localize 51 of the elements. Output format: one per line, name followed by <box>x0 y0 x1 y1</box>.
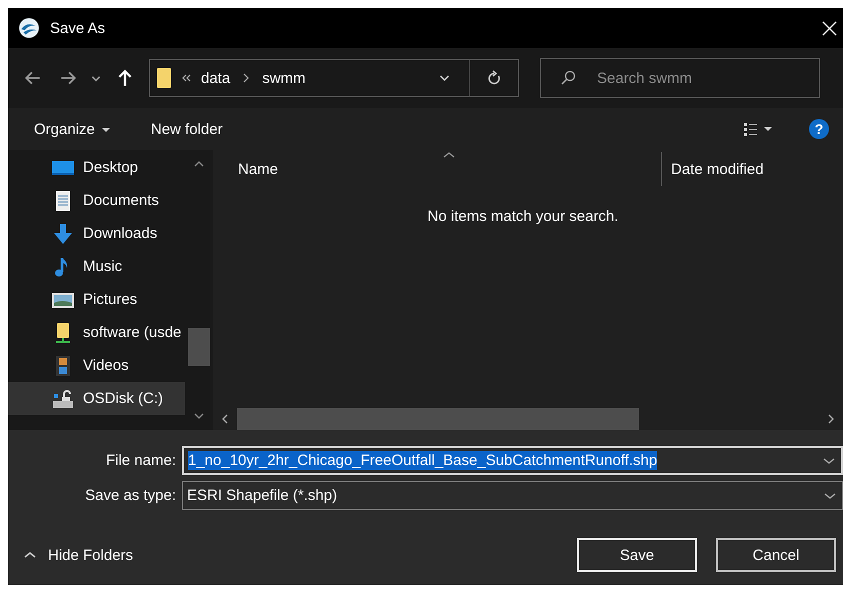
forward-arrow-icon[interactable] <box>59 69 77 87</box>
search-field[interactable]: Search swmm <box>540 58 820 98</box>
chevron-down-icon[interactable] <box>438 73 451 83</box>
cancel-button[interactable]: Cancel <box>716 538 836 572</box>
scroll-left-icon[interactable] <box>221 414 229 424</box>
sidebar-item[interactable]: Music <box>8 250 185 283</box>
up-arrow-icon[interactable] <box>116 69 134 87</box>
sidebar-item[interactable]: Videos <box>8 349 185 382</box>
scroll-up-icon[interactable] <box>194 160 204 168</box>
window-title: Save As <box>50 20 106 36</box>
drive-icon <box>52 388 74 410</box>
scrollbar-thumb[interactable] <box>188 328 210 366</box>
search-icon <box>560 70 576 86</box>
sidebar-item[interactable]: Documents <box>8 184 185 217</box>
column-header[interactable]: Date modified <box>661 152 764 186</box>
chevron-down-icon[interactable] <box>824 492 836 500</box>
file-name-field[interactable]: 1_no_10yr_2hr_Chicago_FreeOutfall_Base_SubCatchmentRunoff.shp <box>182 446 843 475</box>
folder-icon <box>157 68 171 88</box>
scroll-right-icon[interactable] <box>827 414 835 424</box>
chevron-down-icon[interactable] <box>823 456 835 464</box>
caret-icon <box>100 126 111 133</box>
sidebar-item[interactable]: software (usde <box>8 316 185 349</box>
back-arrow-icon[interactable] <box>24 69 42 87</box>
breadcrumb[interactable]: swmm <box>262 70 306 86</box>
file-type-dropdown[interactable]: ESRI Shapefile (*.shp) <box>182 481 843 510</box>
refresh-icon[interactable] <box>486 70 502 86</box>
scrollbar-thumb[interactable] <box>237 408 639 430</box>
field-label: File name: <box>104 452 177 469</box>
column-header[interactable]: Name <box>238 160 661 178</box>
breadcrumb[interactable]: data <box>201 70 230 86</box>
address-bar[interactable]: data swmm <box>149 59 519 97</box>
new-folder-button[interactable]: New folder <box>150 120 223 138</box>
double-chevron-icon[interactable] <box>181 73 191 83</box>
sidebar-item[interactable]: Desktop <box>8 151 185 184</box>
help-button[interactable]: ? <box>809 119 829 139</box>
down-arrow-icon <box>52 222 74 244</box>
empty-message: No items match your search. <box>428 208 618 227</box>
sidebar-item[interactable]: Pictures <box>8 283 185 316</box>
close-icon[interactable] <box>822 20 837 36</box>
scroll-down-icon[interactable] <box>194 412 204 420</box>
sidebar-item[interactable]: OSDisk (C:) <box>8 382 185 415</box>
field-label: Save as type: <box>84 487 177 504</box>
save-button[interactable]: Save <box>577 538 697 572</box>
sort-ascending-icon <box>443 152 455 158</box>
chevron-right-icon <box>242 73 250 83</box>
app-icon <box>18 17 40 39</box>
chevron-up-icon <box>24 551 36 559</box>
organize-menu[interactable]: Organize <box>34 120 111 138</box>
hide-folders-button[interactable]: Hide Folders <box>24 546 134 564</box>
sidebar-item[interactable]: Downloads <box>8 217 185 250</box>
view-options-icon[interactable] <box>743 121 773 137</box>
